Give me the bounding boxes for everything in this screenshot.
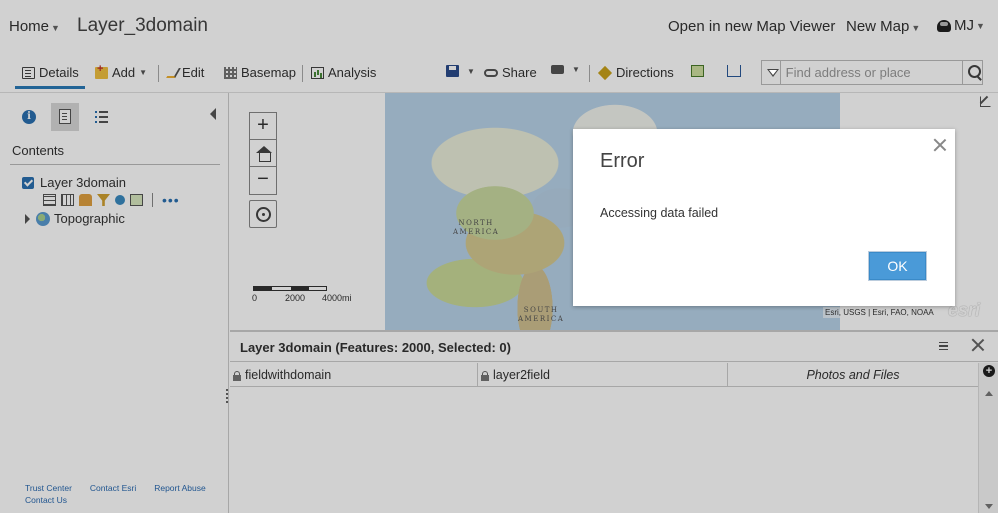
- close-icon[interactable]: [933, 138, 947, 152]
- ok-button[interactable]: OK: [869, 252, 926, 280]
- error-dialog: Error Accessing data failed OK: [573, 129, 955, 306]
- dialog-title: Error: [600, 150, 645, 172]
- dialog-message: Accessing data failed: [600, 206, 719, 220]
